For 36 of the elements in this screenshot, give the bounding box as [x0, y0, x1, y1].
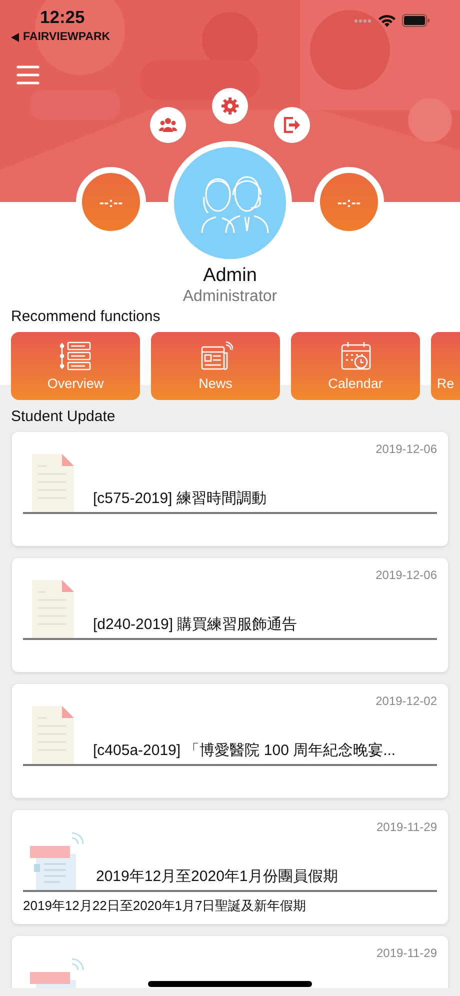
update-card[interactable]: 2019-11-29 2019年12月至2020年1月份團員假期 2019年12月22日至2020年1月7日聖誕及新年假期: [12, 810, 448, 924]
back-triangle-icon: [11, 33, 19, 42]
update-card[interactable]: 2019-11-29: [12, 936, 448, 988]
update-description: 2019年12月22日至2020年1月7日聖誕及新年假期: [23, 897, 306, 915]
update-date: 2019-11-29: [376, 820, 437, 835]
update-date: 2019-12-06: [376, 568, 437, 583]
document-icon: [30, 452, 76, 512]
status-time: 12:25: [40, 7, 85, 27]
update-title: 2019年12月至2020年1月份團員假期: [96, 867, 338, 887]
settings-icon: [221, 97, 239, 115]
update-date: 2019-11-29: [376, 946, 437, 961]
update-date: 2019-12-06: [376, 442, 437, 457]
people-icon: [159, 117, 177, 133]
update-date: 2019-12-02: [376, 694, 437, 709]
news-icon: [30, 830, 84, 890]
signal-icon: [354, 18, 372, 22]
list-icon: [58, 341, 92, 371]
update-title: [c575-2019] 練習時間調動: [93, 489, 266, 509]
section-title: Student Update: [11, 408, 116, 425]
section-title: Recommend functions: [10, 308, 160, 325]
update-title: [d240-2019] 購買練習服飾通告: [93, 615, 298, 635]
logout-icon: [283, 117, 301, 133]
menu-button[interactable]: [16, 65, 40, 85]
document-icon: [30, 704, 76, 764]
document-icon: [30, 578, 76, 638]
update-card[interactable]: 2019-12-02 [c405a-2019] 「博愛醫院 100 周年紀念晚宴...: [12, 684, 448, 798]
wifi-icon: [378, 14, 396, 27]
user-name: Admin: [203, 264, 257, 287]
user-role: Administrator: [182, 287, 278, 307]
update-card[interactable]: 2019-12-06 [d240-2019] 購買練習服飾通告: [12, 558, 448, 672]
update-card[interactable]: 2019-12-06 [c575-2019] 練習時間調動: [12, 432, 448, 546]
update-title: [c405a-2019] 「博愛醫院 100 周年紀念晚宴...: [93, 741, 396, 761]
newspaper-icon: [198, 341, 232, 371]
calendar-icon: [338, 341, 372, 371]
battery-icon: [402, 14, 430, 27]
back-app-label[interactable]: FAIRVIEWPARK: [23, 31, 110, 44]
